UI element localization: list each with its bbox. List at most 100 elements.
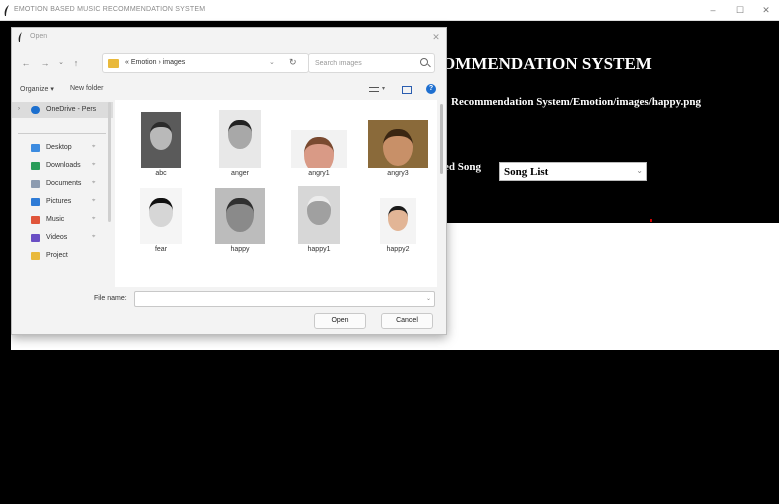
sidebar-item[interactable]: › OneDrive - Pers — [12, 102, 113, 118]
grayscale-face-photo — [215, 188, 265, 244]
onedrive-icon — [31, 106, 40, 114]
sidebar-item-label: Music — [46, 216, 65, 223]
face-shape — [388, 206, 408, 232]
song-list-select[interactable]: Song List ⌄ — [499, 162, 647, 181]
address-bar[interactable]: « Emotion › images ⌄ ↻ — [102, 53, 309, 73]
file-item[interactable]: happy1 — [286, 184, 352, 260]
color-face-photo — [380, 198, 416, 244]
file-item[interactable]: happy — [207, 184, 273, 260]
file-item[interactable] — [365, 260, 431, 287]
help-icon[interactable]: ? — [426, 84, 436, 94]
face-shape — [150, 122, 172, 150]
maximize-button[interactable]: ☐ — [727, 3, 753, 18]
file-name-label: happy1 — [307, 246, 331, 253]
sidebar-item-label: OneDrive - Pers — [46, 106, 97, 113]
file-name-label: fear — [154, 246, 168, 253]
file-name-label: happy — [230, 246, 250, 253]
feather-icon — [4, 5, 9, 16]
cancel-button[interactable]: Cancel — [381, 313, 433, 329]
file-thumbnail — [286, 260, 352, 287]
grayscale-face-photo — [298, 186, 340, 244]
new-folder-button[interactable]: New folder — [70, 85, 103, 92]
file-thumbnail — [207, 184, 273, 246]
app-title: EMOTION BASED MUSIC RECOMMENDATION SYSTE… — [14, 6, 206, 13]
grayscale-face-photo — [141, 112, 181, 168]
face-shape — [228, 120, 252, 150]
expand-chevron-icon[interactable]: › — [18, 106, 20, 112]
pin-icon: ⌖ — [92, 234, 96, 240]
app-heading: OMMENDATION SYSTEM — [442, 54, 652, 73]
sidebar-item[interactable]: Music ⌖ — [12, 212, 113, 228]
up-button[interactable]: ↑ — [70, 57, 82, 69]
address-path: « Emotion › images — [125, 59, 186, 66]
pin-icon: ⌖ — [92, 216, 96, 222]
navigation-pane: › OneDrive - Pers Desktop ⌖ Downloads ⌖ Docume… — [12, 100, 113, 287]
downloads-icon — [31, 162, 40, 170]
sidebar-item[interactable]: Videos ⌖ — [12, 230, 113, 246]
face-shape — [149, 198, 173, 227]
file-thumbnail — [365, 108, 431, 170]
search-icon — [420, 58, 428, 66]
file-thumbnail — [286, 108, 352, 170]
file-item[interactable]: fear — [128, 184, 194, 260]
sidebar-item[interactable]: Pictures ⌖ — [12, 194, 113, 210]
file-item[interactable]: happy2 — [365, 184, 431, 260]
file-name-label: happy2 — [386, 246, 410, 253]
file-item[interactable] — [128, 260, 194, 287]
file-list-scrollbar[interactable] — [440, 104, 443, 174]
recent-locations-button[interactable]: ⌄ — [55, 57, 67, 69]
sidebar-item[interactable]: Desktop ⌖ — [12, 140, 113, 156]
preview-pane-icon[interactable] — [402, 86, 412, 94]
file-item[interactable]: angry1 — [286, 108, 352, 184]
music-icon — [31, 216, 40, 224]
file-thumbnail — [365, 260, 431, 287]
file-thumbnail — [128, 184, 194, 246]
file-thumbnail — [207, 260, 273, 287]
sidebar-item-label: Desktop — [46, 144, 72, 151]
file-item[interactable]: abc — [128, 108, 194, 184]
app-titlebar: EMOTION BASED MUSIC RECOMMENDATION SYSTE… — [0, 0, 779, 21]
documents-icon — [31, 180, 40, 188]
address-dropdown[interactable]: ⌄ — [269, 58, 275, 66]
pin-icon: ⌖ — [92, 162, 96, 168]
search-input[interactable] — [315, 57, 415, 70]
face-shape — [383, 128, 413, 167]
dialog-titlebar: Open ✕ — [12, 28, 446, 47]
navigation-scrollbar[interactable] — [108, 102, 111, 222]
file-item[interactable] — [207, 260, 273, 287]
view-dropdown[interactable]: ▾ — [382, 85, 385, 92]
dialog-title: Open — [30, 33, 48, 40]
file-name-label: anger — [231, 170, 249, 177]
file-name-label: abc — [155, 170, 167, 177]
sidebar-item[interactable]: Documents ⌖ — [12, 176, 113, 192]
filename-row: File name: ⌄ — [12, 290, 446, 308]
file-name-label: angry3 — [387, 170, 409, 177]
file-item[interactable]: anger — [207, 108, 273, 184]
minimize-button[interactable]: – — [700, 3, 726, 18]
desktop-icon — [31, 144, 40, 152]
filename-input[interactable] — [134, 291, 435, 307]
open-button[interactable]: Open — [314, 313, 366, 329]
file-thumbnail — [365, 184, 431, 246]
pin-icon: ⌖ — [92, 198, 96, 204]
close-button[interactable]: ✕ — [753, 3, 779, 18]
forward-button[interactable]: → — [39, 57, 51, 69]
image-path-label: Recommendation System/Emotion/images/hap… — [451, 96, 701, 108]
sidebar-item-label: Documents — [46, 180, 82, 187]
filename-label: File name: — [94, 295, 127, 302]
filename-dropdown[interactable]: ⌄ — [426, 295, 431, 302]
organize-button[interactable]: Organize ▾ — [20, 85, 54, 93]
pin-icon: ⌖ — [92, 144, 96, 150]
sidebar-item[interactable]: Downloads ⌖ — [12, 158, 113, 174]
refresh-icon[interactable]: ↻ — [289, 57, 297, 68]
file-item[interactable] — [286, 260, 352, 287]
file-thumbnail — [128, 260, 194, 287]
sidebar-item[interactable]: Project — [12, 248, 113, 264]
view-icon[interactable] — [369, 87, 379, 92]
file-item[interactable]: angry3 — [365, 108, 431, 184]
feather-icon — [18, 32, 22, 42]
dialog-close-button[interactable]: ✕ — [429, 30, 443, 44]
color-face-photo — [291, 130, 347, 168]
back-button[interactable]: ← — [20, 57, 32, 69]
videos-icon — [31, 234, 40, 242]
